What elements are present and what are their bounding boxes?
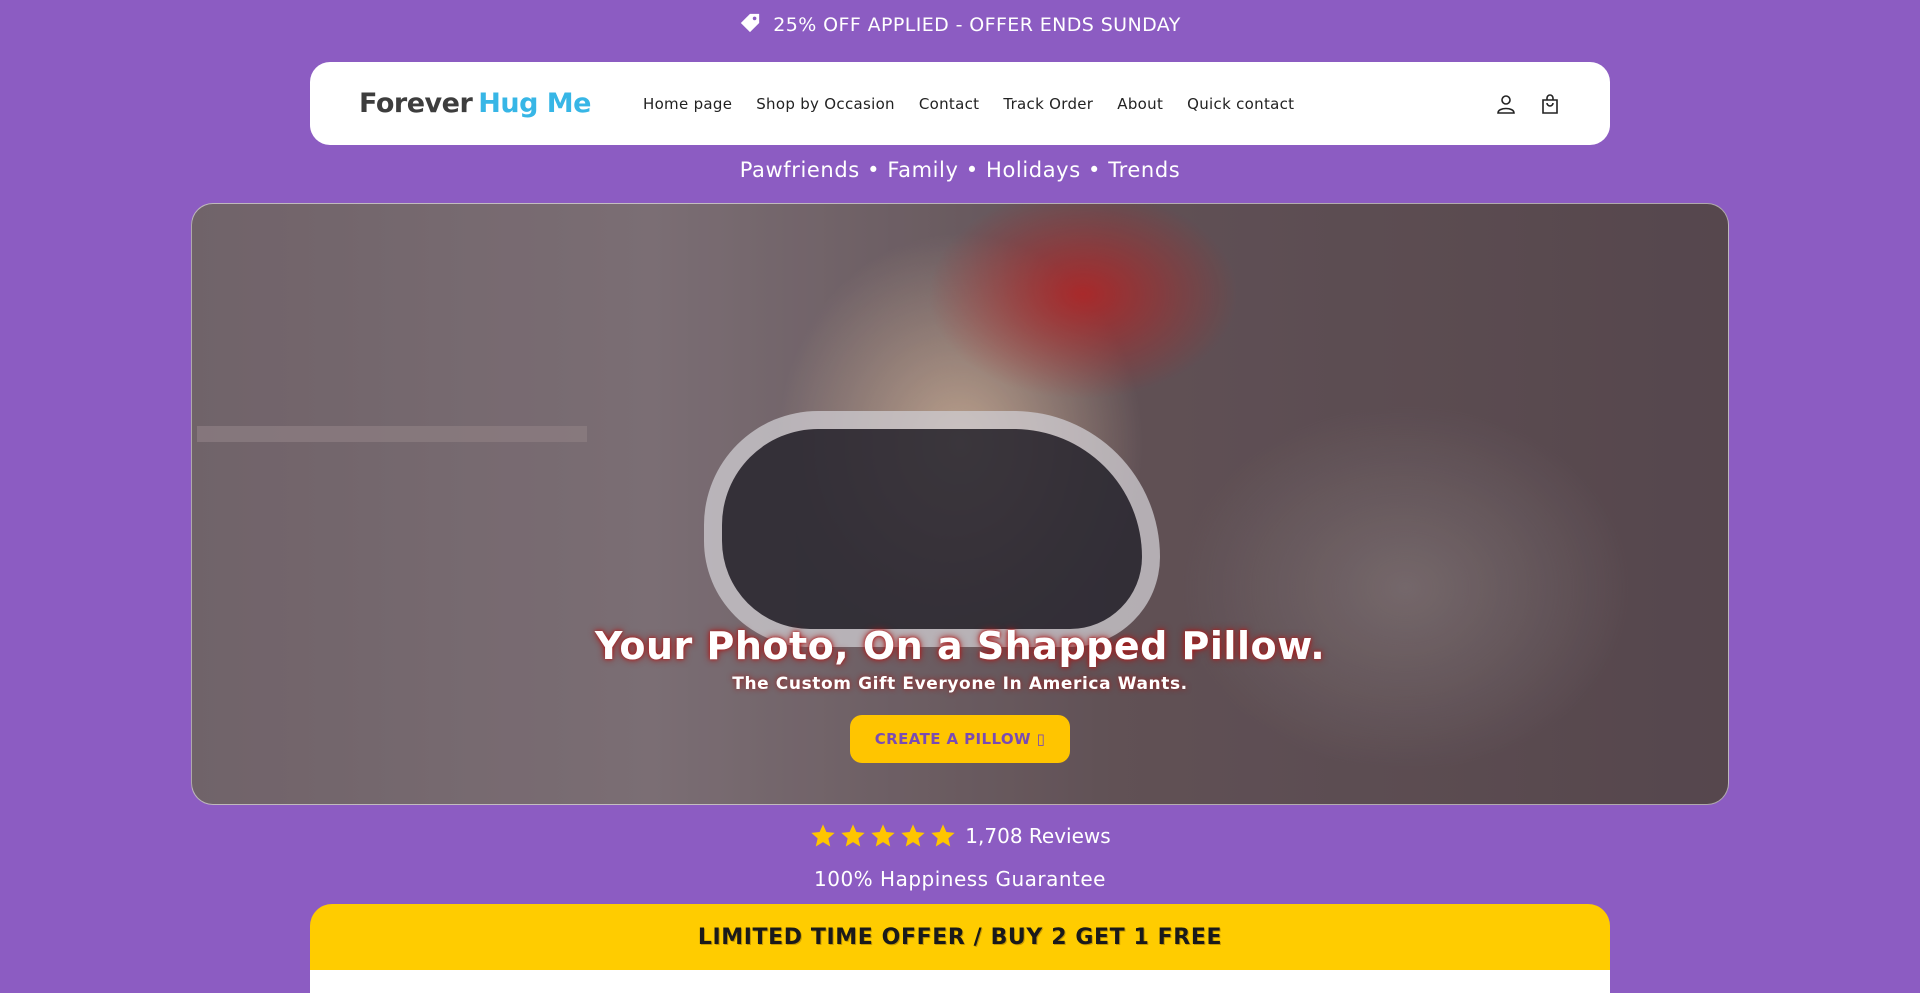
account-icon[interactable]	[1494, 92, 1518, 116]
nav-shop-by-occasion[interactable]: Shop by Occasion	[744, 95, 907, 113]
hero-subtitle: The Custom Gift Everyone In America Want…	[732, 674, 1188, 694]
create-pillow-button[interactable]: CREATE A PILLOW ▯	[850, 715, 1070, 763]
announcement-text: 25% OFF APPLIED - OFFER ENDS SUNDAY	[773, 14, 1181, 36]
guarantee-text: 100% Happiness Guarantee	[814, 867, 1106, 891]
cart-icon[interactable]	[1538, 92, 1562, 116]
hero-overlay	[192, 204, 1728, 804]
content-below-fold	[310, 970, 1610, 993]
logo-part1: Forever	[359, 88, 473, 119]
nav-home[interactable]: Home page	[631, 95, 744, 113]
hero-banner: Your Photo, On a Shapped Pillow. The Cus…	[191, 203, 1729, 805]
category-subnav: Pawfriends • Family • Holidays • Trends	[739, 158, 1181, 182]
nav-about[interactable]: About	[1105, 95, 1175, 113]
star-icon	[811, 824, 835, 847]
main-nav: Home page Shop by Occasion Contact Track…	[631, 95, 1306, 113]
star-icon	[931, 824, 955, 847]
nav-track-order[interactable]: Track Order	[991, 95, 1105, 113]
star-rating	[809, 822, 957, 850]
star-icon	[901, 824, 925, 847]
announcement-bar: 25% OFF APPLIED - OFFER ENDS SUNDAY	[0, 0, 1920, 50]
nav-quick-contact[interactable]: Quick contact	[1175, 95, 1306, 113]
star-icon	[871, 824, 895, 847]
tag-icon	[739, 12, 761, 39]
offer-banner: LIMITED TIME OFFER / BUY 2 GET 1 FREE	[310, 904, 1610, 970]
header-icons	[1494, 92, 1562, 116]
hero-title: Your Photo, On a Shapped Pillow.	[594, 624, 1326, 668]
logo[interactable]: Forever Hug Me	[359, 88, 591, 119]
rating-row: 1,708 Reviews	[0, 822, 1920, 850]
star-icon	[841, 824, 865, 847]
site-header: Forever Hug Me Home page Shop by Occasion…	[310, 62, 1610, 145]
logo-part2: Hug Me	[478, 88, 591, 119]
nav-contact[interactable]: Contact	[907, 95, 991, 113]
reviews-count[interactable]: 1,708 Reviews	[965, 824, 1110, 848]
